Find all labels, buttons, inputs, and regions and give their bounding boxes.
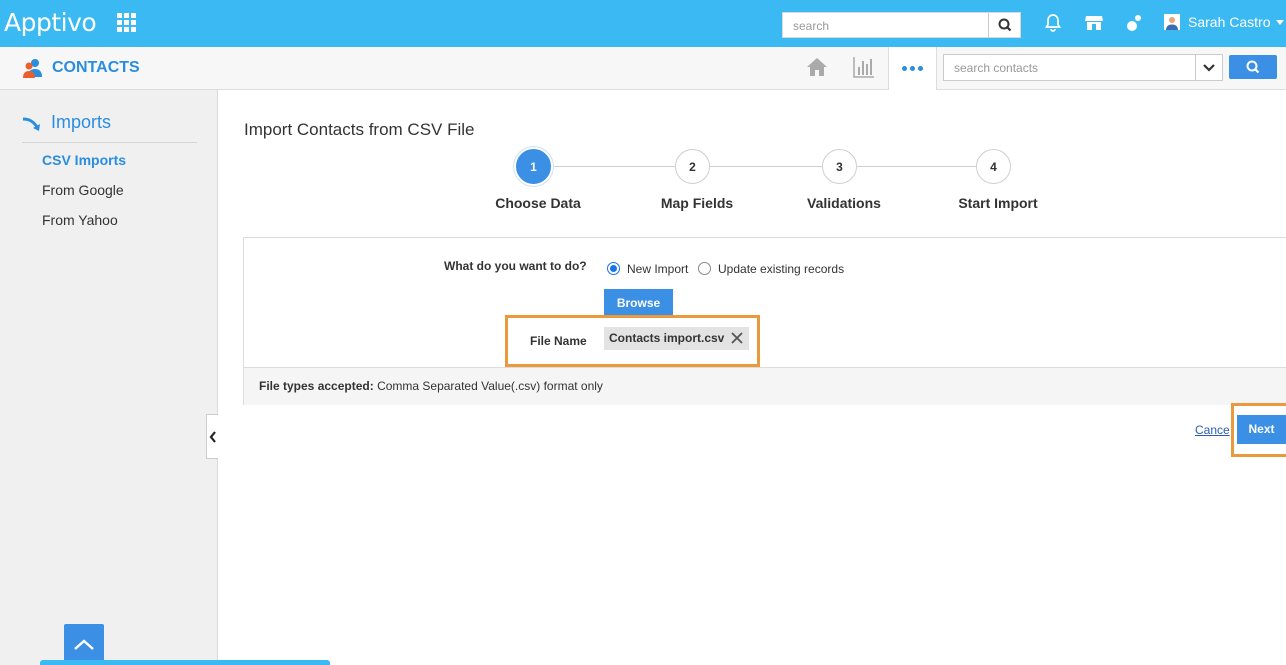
step-connector xyxy=(551,166,675,167)
curved-arrow-icon xyxy=(22,117,40,131)
sidebar-collapse-toggle[interactable] xyxy=(206,414,218,459)
app-grid-icon[interactable] xyxy=(117,13,136,32)
apptivo-logo[interactable]: Apptivo xyxy=(4,8,97,37)
contacts-icon xyxy=(23,59,42,78)
sidebar-section-imports: Imports xyxy=(22,112,197,143)
sidebar-item-from-google[interactable]: From Google xyxy=(42,182,124,198)
store-icon[interactable] xyxy=(1083,12,1105,34)
reports-chart-icon[interactable] xyxy=(852,55,876,84)
sidebar: Imports xyxy=(0,90,218,665)
step-connector xyxy=(710,166,822,167)
browse-button[interactable]: Browse xyxy=(604,289,673,318)
app-name: CONTACTS xyxy=(52,59,140,76)
step-2-indicator: 2 xyxy=(675,149,710,184)
page-title: Import Contacts from CSV File xyxy=(244,120,475,139)
contact-search-input[interactable]: search contacts xyxy=(943,54,1196,81)
step-1-indicator: 1 xyxy=(516,149,551,184)
user-menu[interactable]: Sarah Castro xyxy=(1164,14,1285,30)
remove-file-icon[interactable] xyxy=(731,332,743,344)
cancel-link[interactable]: Cance xyxy=(1195,423,1230,437)
caret-down-icon xyxy=(1276,19,1285,25)
accepted-value: Comma Separated Value(.csv) format only xyxy=(377,379,603,393)
sidebar-item-csv-imports[interactable]: CSV Imports xyxy=(42,152,126,168)
notification-bell-icon[interactable] xyxy=(1042,12,1064,34)
update-existing-radio[interactable] xyxy=(698,262,711,275)
search-icon xyxy=(998,18,1012,32)
home-icon[interactable] xyxy=(805,55,829,84)
contact-search-button[interactable] xyxy=(1229,55,1277,79)
accepted-file-types: File types accepted: Comma Separated Val… xyxy=(244,367,1286,405)
file-name-label: File Name xyxy=(530,334,587,348)
accepted-label: File types accepted: xyxy=(259,379,374,393)
new-import-radio[interactable] xyxy=(607,262,620,275)
file-name-value: Contacts import.csv xyxy=(609,331,725,345)
bottom-bar xyxy=(40,660,330,665)
scroll-to-top-button[interactable] xyxy=(64,624,104,665)
chevron-down-icon xyxy=(1203,64,1215,72)
global-search-input[interactable]: search xyxy=(782,12,989,38)
step-3-label: Validations xyxy=(807,195,881,211)
connections-icon[interactable] xyxy=(1123,12,1145,34)
more-options-icon[interactable] xyxy=(888,47,937,90)
app-title[interactable]: CONTACTS xyxy=(22,57,140,79)
sidebar-item-from-yahoo[interactable]: From Yahoo xyxy=(42,212,118,228)
import-action-question: What do you want to do? xyxy=(444,259,587,273)
chevron-left-icon xyxy=(209,430,216,443)
user-name: Sarah Castro xyxy=(1188,14,1271,30)
step-connector xyxy=(857,166,976,167)
new-import-label[interactable]: New Import xyxy=(627,262,688,276)
step-4-label: Start Import xyxy=(958,195,1038,211)
search-filter-dropdown[interactable] xyxy=(1195,54,1223,81)
step-3-indicator: 3 xyxy=(822,149,857,184)
step-1-label: Choose Data xyxy=(495,195,581,211)
search-icon xyxy=(1246,60,1260,74)
avatar xyxy=(1164,14,1180,30)
selected-file-chip: Contacts import.csv xyxy=(604,327,749,350)
global-search-button[interactable] xyxy=(988,12,1021,38)
chevron-up-icon xyxy=(74,638,94,650)
step-4-indicator: 4 xyxy=(976,149,1011,184)
step-2-label: Map Fields xyxy=(660,195,734,211)
update-existing-label[interactable]: Update existing records xyxy=(718,262,844,276)
next-button[interactable]: Next xyxy=(1237,415,1286,444)
top-bar: Apptivo search Sarah Castro xyxy=(0,0,1286,47)
sidebar-section-title: Imports xyxy=(51,112,112,132)
